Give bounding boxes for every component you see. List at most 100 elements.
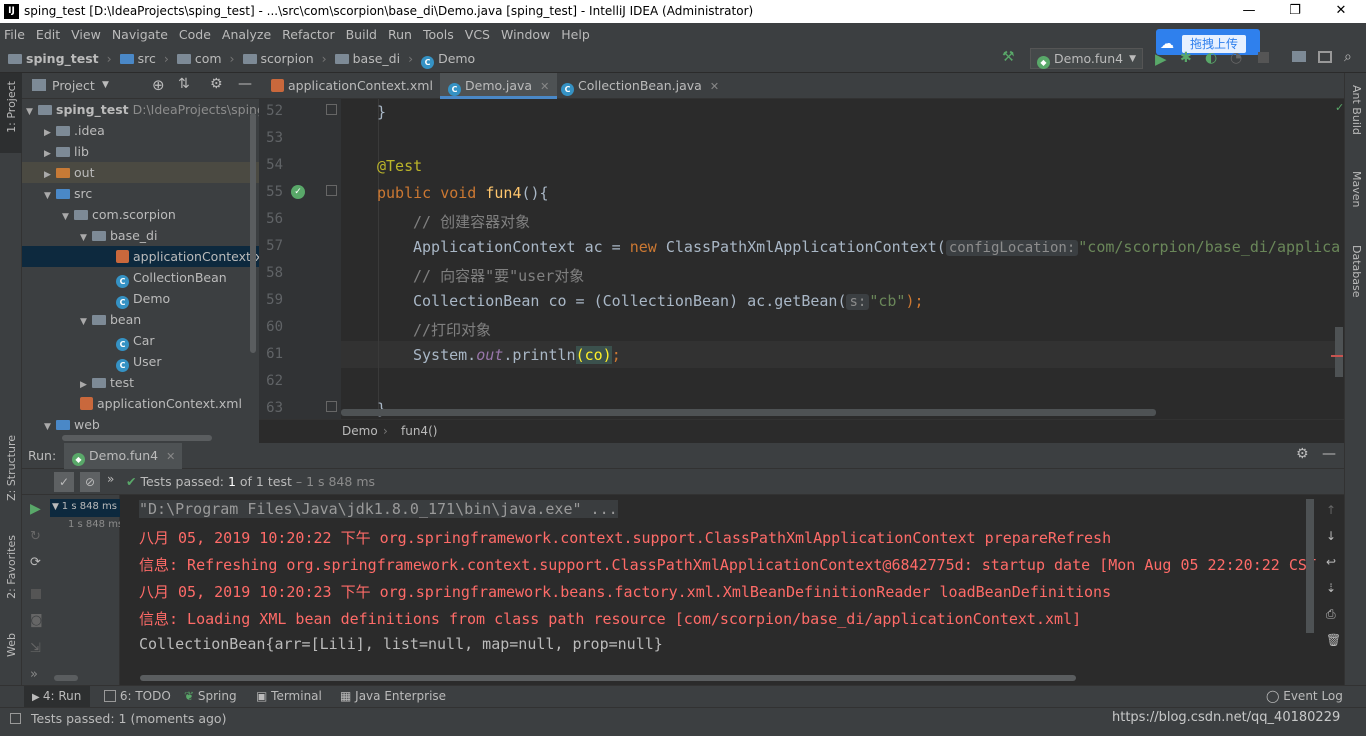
gear-icon[interactable]: ⚙ — [210, 76, 223, 92]
console-vscrollbar[interactable] — [1306, 499, 1314, 633]
java-enterprise-tool-tab[interactable]: ▦ Java Enterprise — [340, 689, 446, 703]
fold-icon[interactable] — [326, 185, 337, 196]
console-line[interactable]: CollectionBean{arr=[Lili], list=null, ma… — [139, 635, 663, 653]
build-hammer-icon[interactable]: ⚒ — [1002, 49, 1020, 67]
menu-window[interactable]: Window — [501, 27, 550, 42]
tree-item-idea[interactable]: ▶ .idea — [22, 120, 259, 141]
console-line[interactable]: 信息: Loading XML bean definitions from cl… — [139, 608, 1081, 629]
menu-file[interactable]: File — [4, 27, 25, 42]
hide-icon[interactable]: — — [1322, 446, 1336, 462]
tree-item-web[interactable]: ▼ web — [22, 414, 259, 435]
tree-item-lib[interactable]: ▶ lib — [22, 141, 259, 162]
toggle-tool-windows-icon[interactable] — [10, 713, 21, 724]
console-line[interactable]: 八月 05, 2019 10:20:22 下午 org.springframew… — [139, 527, 1111, 548]
tree-item-base-di[interactable]: ▼ base_di — [22, 225, 259, 246]
event-log-tool-tab[interactable]: ◯ Event Log — [1266, 689, 1343, 703]
ant-build-tool-tab[interactable]: Ant Build — [1350, 85, 1363, 135]
menu-tools[interactable]: Tools — [423, 27, 454, 42]
run-tool-tab[interactable]: ▶ 4: Run — [32, 689, 81, 703]
tree-item-bean[interactable]: ▼ bean — [22, 309, 259, 330]
locate-icon[interactable]: ⊕ — [152, 76, 165, 94]
run-icon[interactable]: ▶ — [1155, 50, 1167, 68]
rerun-failed-icon[interactable]: ↻ — [30, 529, 41, 544]
show-ignored-toggle[interactable]: ⊘ — [80, 472, 100, 492]
tree-item-src[interactable]: ▼ src — [22, 183, 259, 204]
chevron-down-icon[interactable]: ▼ — [102, 80, 109, 90]
code-line-61[interactable]: System.out.println(co); — [413, 346, 621, 364]
code-line-55[interactable]: public void fun4(){ — [377, 184, 549, 202]
favorites-tool-tab[interactable]: 2: Favorites — [5, 535, 18, 599]
tree-item-user[interactable]: C User — [22, 351, 259, 372]
camera-icon[interactable]: ◙ — [30, 613, 43, 628]
profile-icon[interactable]: ◔ — [1230, 50, 1242, 66]
console-line[interactable]: 信息: Refreshing org.springframework.conte… — [139, 554, 1316, 575]
menu-build[interactable]: Build — [346, 27, 377, 42]
close-tab-icon[interactable]: ✕ — [710, 80, 719, 93]
spring-tool-tab[interactable]: ❦ Spring — [184, 689, 237, 703]
test-root-row[interactable]: ▼ 1 s 848 ms — [50, 499, 120, 517]
menu-run[interactable]: Run — [388, 27, 412, 42]
tab-demo-java[interactable]: C Demo.java ✕ — [440, 73, 558, 99]
show-passed-toggle[interactable]: ✓ — [54, 472, 74, 492]
debug-icon[interactable]: ✱ — [1180, 50, 1192, 66]
close-tab-icon[interactable]: ✕ — [166, 450, 175, 463]
database-tool-tab[interactable]: Database — [1350, 245, 1363, 298]
error-stripe-mark[interactable] — [1331, 355, 1343, 357]
search-icon[interactable]: ⌕ — [1344, 49, 1352, 65]
project-tool-tab[interactable]: 1: Project — [5, 81, 18, 133]
code-line-58[interactable]: // 向容器"要"user对象 — [413, 265, 584, 286]
stop-icon[interactable] — [1258, 52, 1269, 63]
console-hscrollbar[interactable] — [140, 675, 1076, 681]
minimize-button[interactable]: — — [1226, 0, 1272, 23]
breadcrumb-com[interactable]: com — [195, 51, 222, 66]
console-line[interactable]: 八月 05, 2019 10:20:23 下午 org.springframew… — [139, 581, 1111, 602]
todo-tool-tab[interactable]: 6: TODO — [104, 689, 171, 703]
project-hscrollbar[interactable] — [62, 435, 212, 441]
more-icon[interactable]: » — [30, 667, 38, 682]
tree-item-demo[interactable]: C Demo — [22, 288, 259, 309]
fold-icon[interactable] — [326, 104, 337, 115]
web-tool-tab[interactable]: Web — [5, 633, 18, 657]
hide-icon[interactable]: — — [238, 76, 252, 92]
menu-refactor[interactable]: Refactor — [282, 27, 334, 42]
maximize-button[interactable]: ❐ — [1272, 0, 1318, 23]
scroll-to-end-icon[interactable]: ⇣ — [1326, 581, 1336, 595]
editor-hscrollbar[interactable] — [341, 409, 1156, 416]
inspection-ok-icon[interactable]: ✓ — [1335, 101, 1344, 114]
up-icon[interactable]: ↑ — [1326, 503, 1336, 517]
tab-collection-bean-java[interactable]: C CollectionBean.java ✕ — [553, 73, 727, 99]
rerun-icon[interactable]: ▶ — [30, 501, 41, 517]
editor-vscrollbar[interactable] — [1335, 327, 1343, 377]
code-line-54[interactable]: @Test — [377, 157, 422, 175]
tree-root[interactable]: ▼ sping_test D:\IdeaProjects\sping_ — [22, 99, 271, 120]
tree-item-application-context-root[interactable]: applicationContext.xml — [22, 393, 259, 414]
close-tab-icon[interactable]: ✕ — [540, 80, 549, 93]
run-test-gutter-icon[interactable]: ✓ — [291, 185, 305, 199]
breadcrumb-demo[interactable]: Demo — [438, 51, 475, 66]
tree-item-car[interactable]: C Car — [22, 330, 259, 351]
print-icon[interactable]: ⎙ — [1326, 607, 1336, 622]
terminal-tool-tab[interactable]: ▣ Terminal — [256, 689, 322, 703]
breadcrumb-base-di[interactable]: base_di — [353, 51, 400, 66]
toggle-auto-test-icon[interactable]: ⟳ — [30, 555, 41, 570]
crumb-demo[interactable]: Demo — [342, 424, 378, 438]
collapse-all-icon[interactable]: ⇅ — [178, 76, 190, 92]
tree-item-collection-bean[interactable]: C CollectionBean — [22, 267, 259, 288]
menu-code[interactable]: Code — [179, 27, 211, 42]
project-view-select[interactable]: Project — [52, 78, 95, 93]
menu-view[interactable]: View — [71, 27, 101, 42]
coverage-icon[interactable]: ◐ — [1205, 50, 1217, 66]
structure-tool-tab[interactable]: Z: Structure — [5, 435, 18, 501]
menu-help[interactable]: Help — [561, 27, 590, 42]
menu-navigate[interactable]: Navigate — [112, 27, 168, 42]
code-line-57[interactable]: ApplicationContext ac = new ClassPathXml… — [413, 238, 1340, 256]
breadcrumb-src[interactable]: src — [138, 51, 156, 66]
menu-edit[interactable]: Edit — [36, 27, 60, 42]
code-line-52[interactable]: } — [377, 103, 386, 121]
run-config-select[interactable]: ◆ Demo.fun4 ▼ — [1030, 48, 1143, 69]
test-child-time[interactable]: 1 s 848 ms — [68, 519, 123, 530]
project-structure-icon[interactable] — [1292, 51, 1306, 62]
tree-item-test[interactable]: ▶ test — [22, 372, 259, 393]
tree-item-application-context-selected[interactable]: applicationContext.xml — [22, 246, 278, 267]
import-tests-icon[interactable]: ⇲ — [30, 641, 41, 656]
